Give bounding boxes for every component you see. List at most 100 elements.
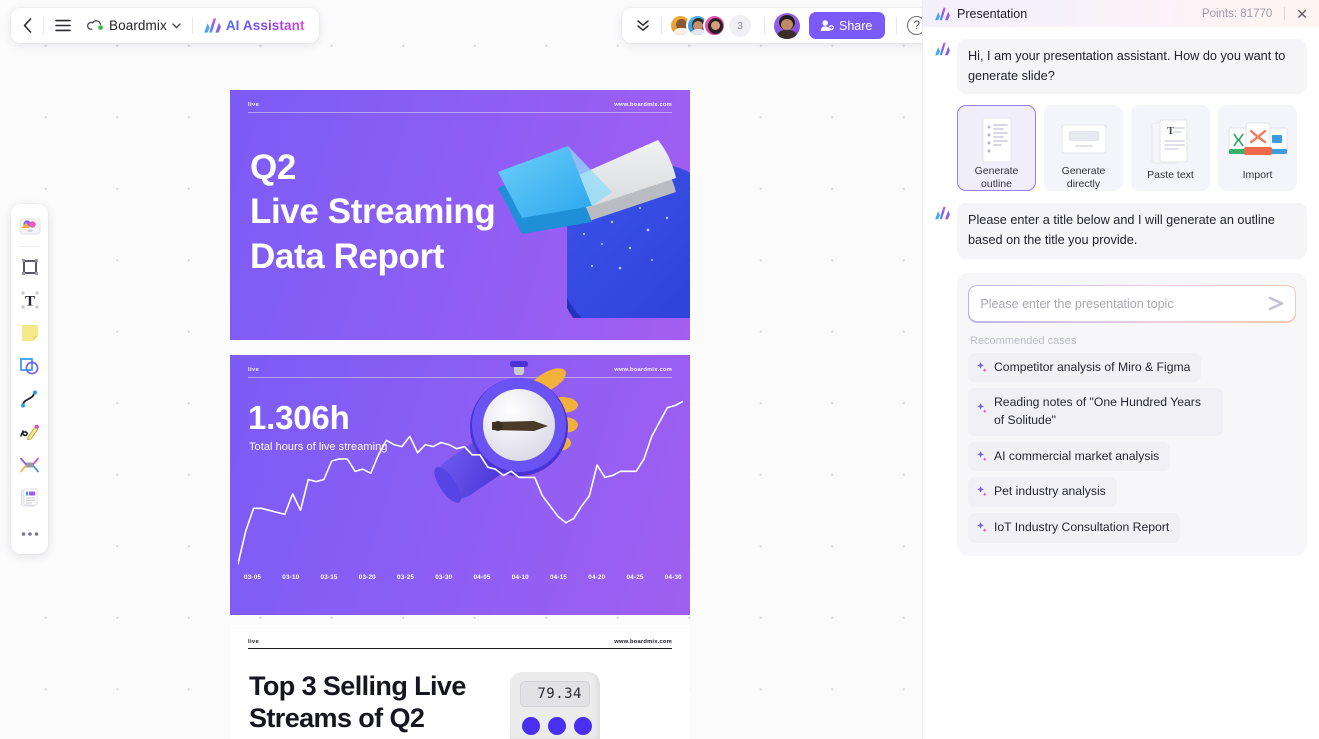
option-card-import[interactable]: Import: [1218, 105, 1297, 192]
panel-header-divider: [1284, 7, 1286, 20]
slide-1-title-line-2: Live Streaming: [250, 192, 496, 232]
axis-tick: 03-10: [282, 574, 300, 581]
back-button[interactable]: [15, 12, 40, 39]
slide-1-title-line-1: Q2: [250, 148, 296, 187]
axis-tick: 04-10: [511, 574, 529, 581]
connector-icon[interactable]: [15, 382, 45, 415]
import-files-icon: [1227, 115, 1289, 168]
assistant-message-2: Please enter a title below and I will ge…: [935, 203, 1307, 259]
sparkle-icon: [977, 403, 987, 414]
slide-card-1[interactable]: live www.boardmix.com Q2 Live Streaming …: [230, 90, 690, 340]
slide-card-3[interactable]: live www.boardmix.com Top 3 Selling Live…: [230, 625, 690, 739]
share-person-icon: [820, 20, 834, 31]
axis-tick: 03-25: [397, 574, 415, 581]
toolbar-divider: [19, 246, 40, 247]
collapse-button[interactable]: [628, 12, 658, 39]
share-button[interactable]: Share: [809, 12, 886, 39]
collaborator-count-badge[interactable]: 3: [729, 14, 751, 37]
recommended-case-text: AI commercial market analysis: [994, 448, 1160, 463]
recommended-case-text: Competitor analysis of Miro & Figma: [994, 359, 1191, 374]
option-card-import-label: Import: [1242, 169, 1273, 182]
option-card-generate-directly[interactable]: Generate directly: [1044, 105, 1123, 192]
document-icon[interactable]: [15, 481, 45, 514]
svg-text:T: T: [1167, 125, 1175, 137]
axis-tick: 03-15: [320, 574, 338, 581]
connector-icon-glyph: [20, 389, 37, 408]
sticky-note-icon[interactable]: [15, 316, 45, 349]
calculator-illustration: 79.34: [510, 672, 600, 739]
slide-1-title-line-3: Data Report: [250, 236, 444, 276]
panel-header: Presentation Points: 81770 ✕: [923, 0, 1319, 27]
option-card-paste-text[interactable]: T Paste text: [1131, 105, 1210, 192]
double-chevron-down-icon: [637, 20, 649, 31]
mindmap-icon[interactable]: [15, 448, 45, 481]
frame-icon[interactable]: [15, 250, 45, 283]
sparkle-icon: [977, 450, 987, 461]
text-document-icon: T: [1150, 115, 1192, 168]
ai-assistant-label: AI Assistant: [225, 18, 305, 33]
avatar[interactable]: [703, 14, 726, 37]
recommended-case-text: Pet industry analysis: [994, 484, 1106, 499]
document-icon-glyph: [21, 488, 38, 506]
help-button[interactable]: ?: [907, 16, 922, 35]
panel-body: Hi, I am your presentation assistant. Ho…: [923, 27, 1319, 739]
pen-icon[interactable]: [15, 415, 45, 448]
topic-input[interactable]: [980, 296, 1267, 311]
send-arrow-icon[interactable]: [1267, 296, 1285, 311]
templates-icon-glyph: [19, 218, 40, 235]
ai-assistant-button[interactable]: AI Assistant: [196, 12, 313, 39]
collaborator-avatars[interactable]: 3: [665, 14, 755, 37]
option-card-generate-directly-label: Generate directly: [1061, 165, 1106, 190]
recommended-case-item[interactable]: Pet industry analysis: [968, 477, 1117, 507]
current-user-avatar[interactable]: [774, 12, 800, 39]
topic-input-inner: [969, 286, 1295, 322]
top-toolbar-left: Boardmix AI Assistant: [11, 8, 319, 43]
recommended-case-item[interactable]: Competitor analysis of Miro & Figma: [968, 352, 1202, 383]
option-card-paste-text-label: Paste text: [1147, 169, 1194, 182]
chevron-down-icon: [172, 22, 181, 28]
slide-3-title-line-2: Streams of Q2: [249, 703, 425, 734]
more-icon[interactable]: [15, 521, 45, 547]
pie-chart-illustration: [498, 140, 690, 318]
points-label: Points: 81770: [1201, 7, 1273, 20]
axis-tick: 04-20: [588, 574, 606, 581]
recommended-case-text: Reading notes of "One Hundred Years of S…: [994, 395, 1201, 427]
ai-presentation-panel: Presentation Points: 81770 ✕ Hi, I am yo…: [922, 0, 1319, 739]
templates-icon[interactable]: [15, 210, 45, 243]
file-name-label: Boardmix: [109, 18, 167, 33]
slide-2-line-chart: [238, 400, 683, 565]
ai-logo-icon: [935, 207, 950, 220]
slide-card-2[interactable]: live www.boardmix.com 1.306h Total hours…: [230, 355, 690, 615]
slide-1-brand-label: live: [248, 102, 260, 108]
text-icon[interactable]: T: [15, 283, 45, 316]
toolbar-divider: [661, 17, 662, 34]
board-canvas[interactable]: live www.boardmix.com Q2 Live Streaming …: [0, 0, 922, 739]
axis-tick: 03-30: [435, 574, 453, 581]
option-card-generate-outline[interactable]: Generate outline: [957, 105, 1036, 192]
slide-2-chart-axis: 03-05 03-10 03-15 03-20 03-25 03-30 04-0…: [244, 574, 682, 581]
slide-1-title: Q2 Live Streaming Data Report: [250, 146, 496, 279]
calculator-display-value: 79.34: [537, 686, 582, 702]
axis-tick: 04-30: [664, 574, 682, 581]
slide-3-title-line-1: Top 3 Selling Live: [249, 671, 466, 701]
close-icon[interactable]: ✕: [1296, 7, 1308, 21]
axis-tick: 04-15: [550, 574, 568, 581]
recommended-case-item[interactable]: Reading notes of "One Hundred Years of S…: [968, 388, 1223, 436]
help-icon: ?: [913, 19, 921, 32]
text-icon-glyph: T: [21, 291, 38, 309]
recommended-case-item[interactable]: IoT Industry Consultation Report: [968, 512, 1181, 543]
calculator-buttons: [522, 717, 592, 735]
recommended-case-item[interactable]: AI commercial market analysis: [968, 441, 1171, 472]
main-menu-button[interactable]: [47, 12, 79, 39]
slide-3-rule: [248, 648, 672, 650]
shapes-icon[interactable]: [15, 349, 45, 382]
mindmap-icon-glyph: [20, 457, 39, 472]
left-tool-palette: T: [11, 204, 48, 554]
slide-3-header: live www.boardmix.com: [248, 639, 672, 645]
generation-option-cards: Generate outline Generate directly T Pas…: [957, 105, 1307, 192]
file-name-dropdown[interactable]: Boardmix: [79, 12, 189, 39]
sparkle-icon: [977, 486, 987, 497]
boardmix-cloud-icon: [87, 20, 103, 30]
recommended-case-text: IoT Industry Consultation Report: [994, 519, 1170, 534]
compose-area: Recommended cases Competitor analysis of…: [957, 272, 1307, 556]
